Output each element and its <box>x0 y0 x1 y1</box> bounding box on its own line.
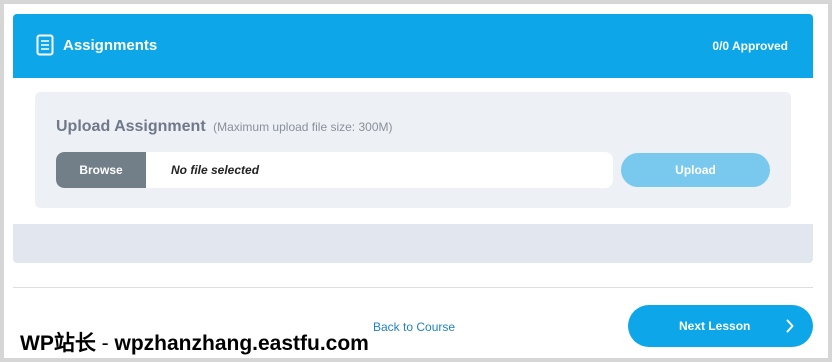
watermark-separator: - <box>95 332 115 355</box>
watermark: WP站长 - wpzhanzhang.eastfu.com <box>20 327 369 357</box>
footer-divider <box>13 287 813 288</box>
next-lesson-button[interactable]: Next Lesson <box>628 305 813 347</box>
chevron-right-icon <box>786 319 794 333</box>
upload-size-hint: (Maximum upload file size: 300M) <box>213 120 393 134</box>
watermark-brand: WP站长 <box>20 332 96 355</box>
browse-button[interactable]: Browse <box>56 152 146 188</box>
watermark-domain: wpzhanzhang.eastfu.com <box>114 332 369 355</box>
document-icon <box>36 34 54 56</box>
assignments-header: Assignments 0/0 Approved <box>13 14 813 78</box>
upload-button[interactable]: Upload <box>621 153 770 187</box>
next-lesson-label: Next Lesson <box>679 319 751 333</box>
assignments-title: Assignments <box>63 37 158 54</box>
back-to-course-link[interactable]: Back to Course <box>373 320 455 334</box>
file-input[interactable]: Browse No file selected <box>56 152 613 188</box>
approved-status: 0/0 Approved <box>712 39 788 53</box>
upload-panel: Upload Assignment (Maximum upload file s… <box>35 92 791 208</box>
assignments-body: Upload Assignment (Maximum upload file s… <box>13 78 813 224</box>
file-name-value: No file selected <box>171 163 260 177</box>
assignments-card: Assignments 0/0 Approved Upload Assignme… <box>13 14 813 263</box>
upload-heading-text: Upload Assignment <box>56 118 206 135</box>
upload-heading: Upload Assignment (Maximum upload file s… <box>56 118 393 136</box>
